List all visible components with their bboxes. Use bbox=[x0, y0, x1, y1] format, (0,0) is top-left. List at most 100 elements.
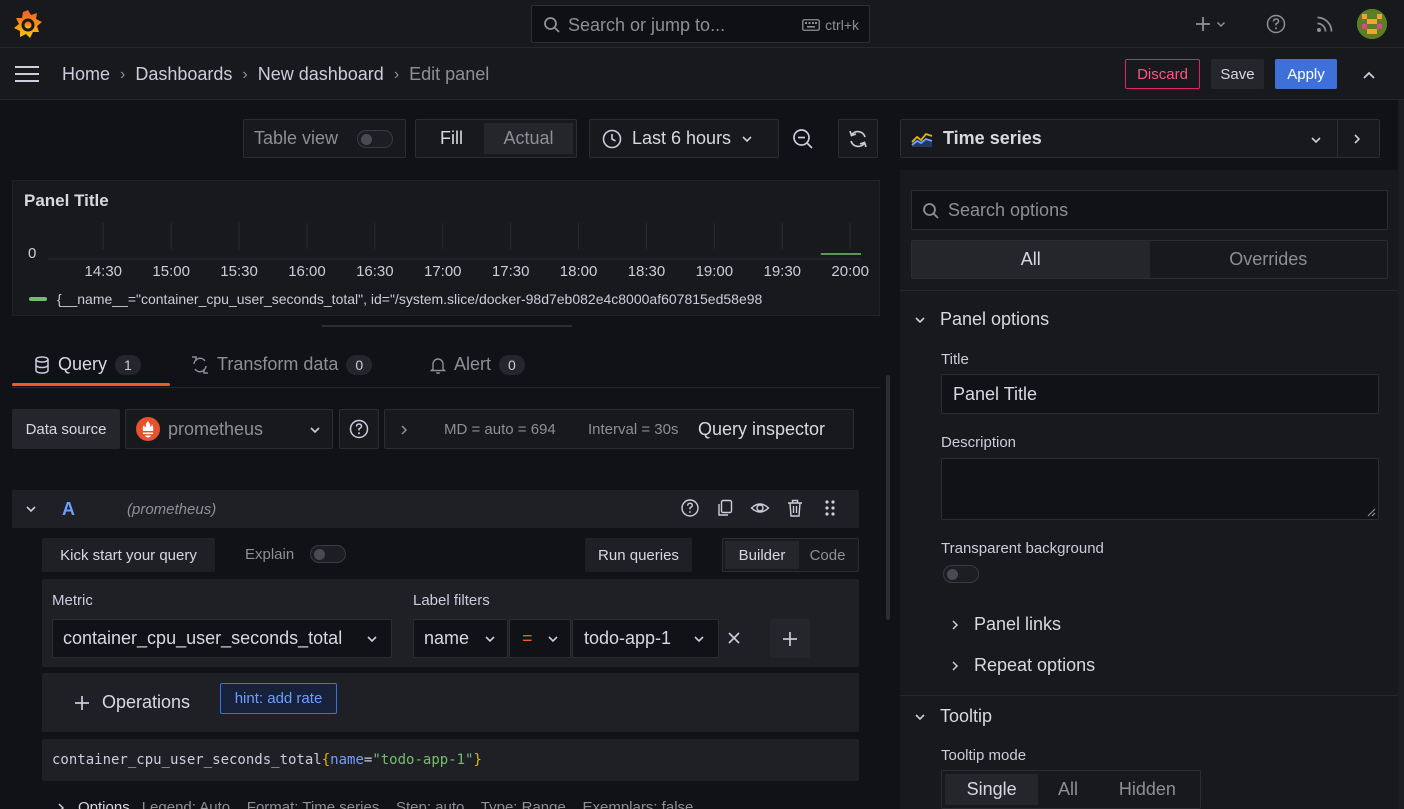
time-range-picker[interactable]: Last 6 hours bbox=[589, 119, 779, 158]
data-source-picker[interactable]: prometheus bbox=[125, 409, 333, 449]
legend-item[interactable]: {__name__="container_cpu_user_seconds_to… bbox=[57, 291, 762, 307]
search-options-input[interactable]: Search options bbox=[911, 190, 1388, 230]
visualization-picker[interactable]: Time series bbox=[900, 119, 1380, 158]
tab-query-label: Query bbox=[58, 354, 108, 374]
time-series-icon bbox=[911, 132, 933, 147]
breadcrumb-new-dashboard[interactable]: New dashboard bbox=[258, 64, 384, 85]
query-expr-brace-open: { bbox=[321, 752, 331, 768]
actual-option[interactable]: Actual bbox=[484, 123, 573, 154]
tooltip-mode-all[interactable]: All bbox=[1038, 774, 1098, 805]
tab-query[interactable]: Query 1 bbox=[34, 354, 141, 375]
breadcrumb-home[interactable]: Home bbox=[62, 64, 110, 85]
description-textarea[interactable] bbox=[941, 458, 1379, 520]
tab-alert[interactable]: Alert 0 bbox=[430, 354, 525, 375]
duplicate-icon[interactable] bbox=[715, 498, 735, 518]
legend: {__name__="container_cpu_user_seconds_to… bbox=[29, 291, 875, 307]
apply-button[interactable]: Apply bbox=[1275, 59, 1337, 89]
new-menu-button[interactable] bbox=[1186, 10, 1234, 38]
label-operator-select[interactable]: = bbox=[509, 619, 571, 658]
metric-value: container_cpu_user_seconds_total bbox=[63, 628, 343, 648]
query-options-row[interactable]: Options Legend: Auto Format: Time series… bbox=[42, 789, 859, 809]
refresh-button[interactable] bbox=[838, 119, 878, 158]
operations-button[interactable]: Operations bbox=[74, 692, 190, 713]
breadcrumb-dashboards[interactable]: Dashboards bbox=[135, 64, 232, 85]
search-icon bbox=[544, 17, 560, 33]
panel-links-section[interactable]: Panel links bbox=[950, 614, 1061, 635]
transparent-background-toggle[interactable] bbox=[943, 565, 979, 583]
label-name-select[interactable]: name bbox=[413, 619, 508, 658]
table-view-toggle[interactable]: Table view bbox=[243, 119, 406, 158]
zoom-out-icon[interactable] bbox=[790, 126, 816, 152]
query-expr-value: "todo-app-1" bbox=[372, 752, 474, 768]
tooltip-mode-single[interactable]: Single bbox=[945, 774, 1039, 805]
resize-handle-icon[interactable] bbox=[1367, 508, 1376, 517]
panel-title: Panel Title bbox=[24, 191, 109, 210]
chevron-right-icon[interactable] bbox=[1351, 133, 1363, 145]
tab-transform-data[interactable]: Transform data 0 bbox=[191, 354, 373, 375]
builder-option[interactable]: Builder bbox=[725, 541, 799, 569]
menu-icon[interactable] bbox=[14, 64, 40, 84]
explain-toggle[interactable] bbox=[310, 545, 346, 563]
tab-alert-label: Alert bbox=[454, 354, 492, 374]
run-queries-button[interactable]: Run queries bbox=[585, 538, 692, 572]
tooltip-section[interactable]: Tooltip bbox=[914, 706, 992, 727]
tooltip-mode-hidden[interactable]: Hidden bbox=[1098, 774, 1197, 805]
data-source-help-button[interactable] bbox=[339, 409, 379, 449]
table-view-switch[interactable] bbox=[357, 130, 393, 148]
kick-start-button[interactable]: Kick start your query bbox=[42, 538, 215, 572]
trash-icon[interactable] bbox=[785, 498, 805, 518]
help-icon[interactable] bbox=[1264, 12, 1288, 36]
metric-select[interactable]: container_cpu_user_seconds_total bbox=[52, 619, 392, 658]
explain-label: Explain bbox=[245, 546, 295, 563]
chevron-down-icon[interactable] bbox=[25, 503, 37, 515]
add-label-filter-button[interactable] bbox=[770, 619, 810, 658]
query-expr-brace-close: } bbox=[473, 752, 482, 768]
divider bbox=[1337, 120, 1338, 157]
title-input-value: Panel Title bbox=[953, 383, 1038, 404]
news-rss-icon[interactable] bbox=[1313, 12, 1337, 36]
query-expr-eq: = bbox=[363, 752, 373, 768]
x-tick-label: 18:00 bbox=[560, 263, 598, 280]
tab-overrides[interactable]: Overrides bbox=[1150, 241, 1388, 278]
search-bar[interactable]: Search or jump to... ctrl+k bbox=[531, 5, 870, 43]
splitter-handle[interactable] bbox=[322, 325, 572, 327]
tab-all[interactable]: All bbox=[912, 241, 1150, 278]
query-inspector-button[interactable]: Query inspector bbox=[698, 419, 825, 440]
code-option[interactable]: Code bbox=[799, 541, 856, 569]
avatar[interactable] bbox=[1357, 9, 1387, 39]
tooltip-mode-label: Tooltip mode bbox=[941, 747, 1027, 764]
panel-options-section[interactable]: Panel options bbox=[914, 309, 1049, 330]
query-ref-id[interactable]: A bbox=[62, 499, 75, 520]
x-tick-label: 16:00 bbox=[288, 263, 326, 280]
prometheus-icon bbox=[136, 417, 160, 441]
label-value-select[interactable]: todo-app-1 bbox=[572, 619, 719, 658]
tooltip-mode-radio-group: Single All Hidden bbox=[941, 770, 1201, 809]
scrollbar[interactable] bbox=[886, 375, 890, 620]
help-icon[interactable] bbox=[680, 498, 700, 518]
fill-option[interactable]: Fill bbox=[419, 123, 484, 154]
tab-alert-count: 0 bbox=[499, 354, 525, 375]
save-button[interactable]: Save bbox=[1211, 59, 1264, 89]
panel-preview[interactable]: Panel Title 14:30 15:00 15:30 16:00 16:30 17:… bbox=[12, 180, 880, 316]
visualization-name: Time series bbox=[943, 128, 1042, 148]
title-label: Title bbox=[941, 351, 969, 368]
close-icon[interactable] bbox=[727, 631, 741, 645]
query-expr-label: name bbox=[330, 752, 364, 768]
max-data-points: MD = auto = 694 bbox=[444, 421, 556, 438]
tooltip-title: Tooltip bbox=[940, 706, 993, 726]
data-source-label: Data source bbox=[12, 409, 120, 449]
repeat-options-section[interactable]: Repeat options bbox=[950, 655, 1095, 676]
tab-transform-count: 0 bbox=[346, 354, 373, 375]
drag-handle-icon[interactable] bbox=[820, 498, 840, 518]
grafana-logo-icon[interactable] bbox=[12, 8, 44, 40]
eye-icon[interactable] bbox=[750, 498, 770, 518]
scrollbar[interactable] bbox=[1398, 100, 1404, 809]
collapse-icon[interactable] bbox=[1358, 64, 1380, 86]
panel-links-title: Panel links bbox=[974, 614, 1062, 634]
hint-add-rate-button[interactable]: hint: add rate bbox=[220, 683, 337, 714]
query-options-bar[interactable]: MD = auto = 694 Interval = 30s Query ins… bbox=[384, 409, 854, 449]
search-icon bbox=[923, 203, 939, 219]
chevron-down-icon bbox=[915, 316, 925, 323]
discard-button[interactable]: Discard bbox=[1125, 59, 1200, 89]
title-input[interactable]: Panel Title bbox=[941, 374, 1379, 414]
